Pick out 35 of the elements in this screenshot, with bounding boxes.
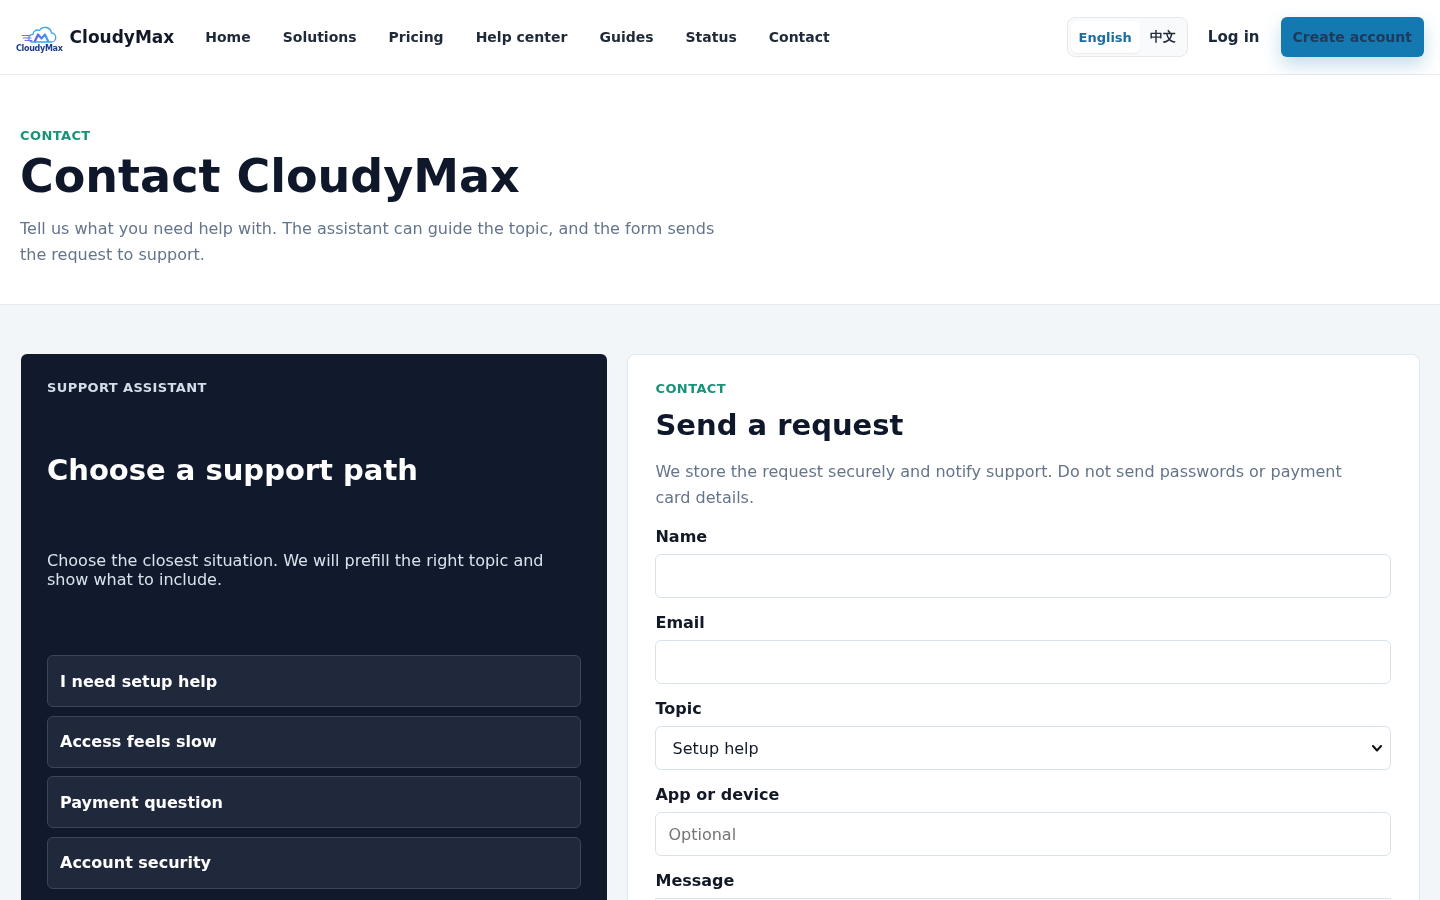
support-path-button[interactable]: Account security — [47, 836, 582, 889]
card-title: Send a request — [655, 407, 904, 443]
input-field[interactable]: Optional — [655, 812, 1391, 856]
support-path-button[interactable]: Access feels slow — [47, 715, 582, 768]
field-label: Name — [655, 527, 708, 547]
nav-link[interactable]: Status — [685, 29, 737, 45]
section-eyebrow: CONTACT — [20, 128, 91, 144]
nav-link[interactable]: Home — [205, 29, 251, 45]
support-path-button[interactable]: Payment question — [47, 776, 582, 828]
field-label: Topic — [655, 699, 702, 719]
language-tab[interactable]: English — [1070, 21, 1140, 53]
login-link[interactable]: Log in — [1207, 28, 1260, 46]
brand-name: CloudyMax — [69, 27, 175, 47]
card-title: Choose a support path — [47, 452, 418, 488]
nav-link[interactable]: Pricing — [388, 29, 444, 45]
section-eyebrow: CONTACT — [655, 381, 727, 397]
field-label: App or device — [655, 785, 780, 805]
field-label: Message — [655, 871, 735, 891]
section-eyebrow: SUPPORT ASSISTANT — [47, 380, 207, 396]
page-intro: Tell us what you need help with. The assistant can guide the topic, and the form sends the request to support. — [20, 218, 716, 266]
language-tab[interactable]: 中文 — [1141, 21, 1184, 53]
support-path-button[interactable]: I need setup help — [47, 655, 582, 707]
chevron-down-icon — [1372, 744, 1382, 752]
card-description: We store the request securely and notify support. Do not send passwords or payment card details. — [655, 461, 1343, 509]
page-title: Contact CloudyMax — [20, 148, 520, 204]
logo-caption: CloudyMax — [16, 43, 63, 53]
input-field[interactable] — [655, 554, 1391, 598]
input-field[interactable] — [655, 640, 1391, 684]
card-description: Choose the closest situation. We will prefill the right topic and show what to include. — [47, 551, 545, 589]
nav-link[interactable]: Contact — [768, 29, 830, 45]
select-field[interactable]: Setup help — [655, 726, 1391, 770]
nav-link[interactable]: Solutions — [282, 29, 357, 45]
nav-link[interactable]: Help center — [475, 29, 568, 45]
nav-link[interactable]: Guides — [599, 29, 654, 45]
field-label: Email — [655, 613, 705, 633]
